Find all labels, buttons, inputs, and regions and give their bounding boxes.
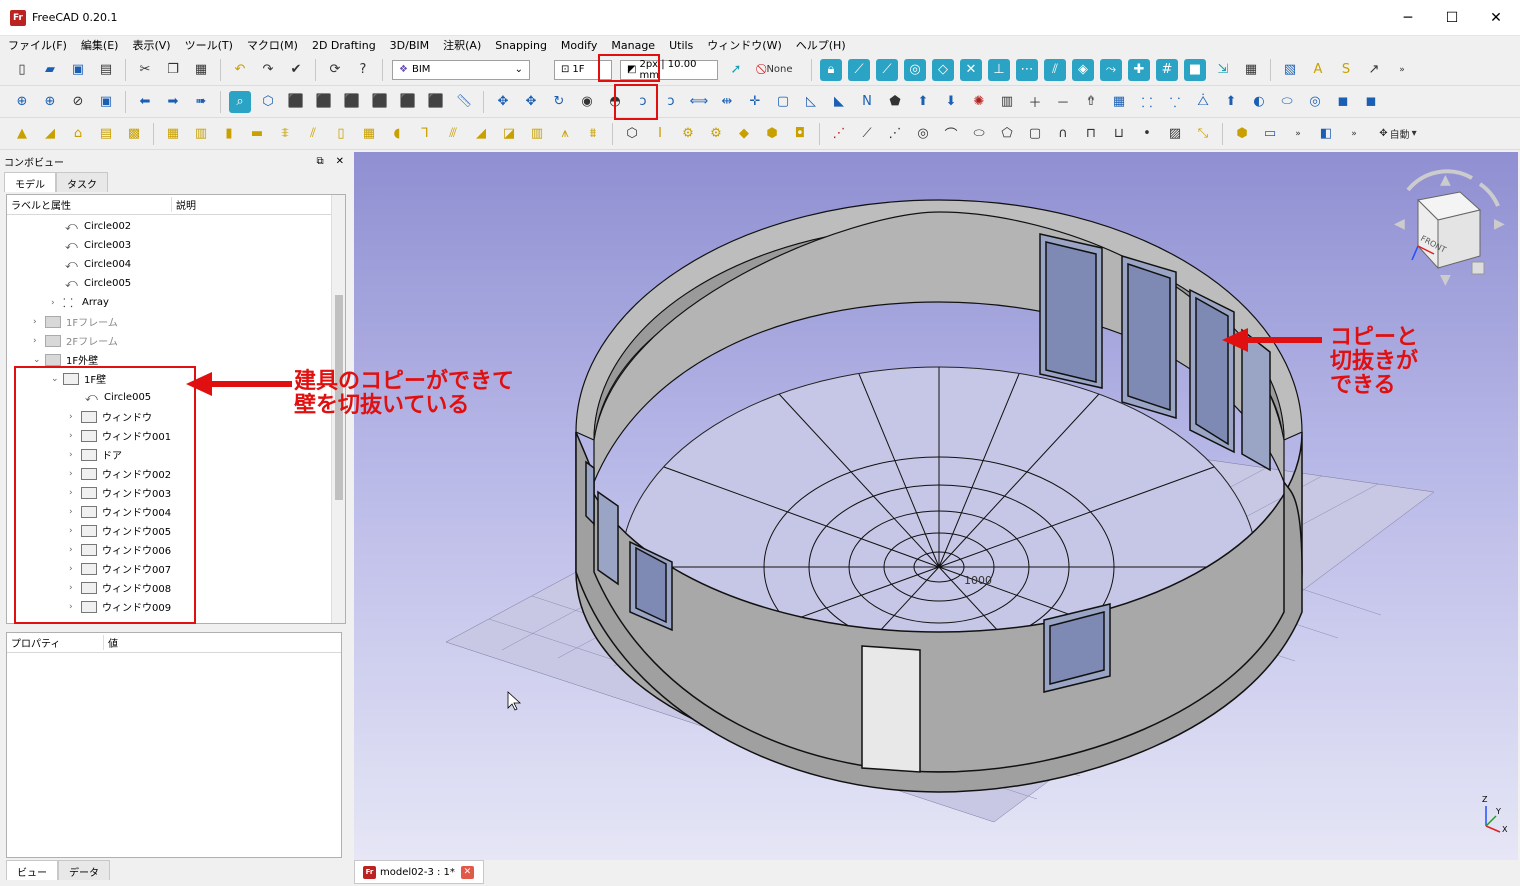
annotation-arrows <box>186 328 1322 396</box>
annotation-left: 建具のコピーができて 壁を切抜いている <box>294 369 515 418</box>
annotation-right: コピーと 切抜きが できる <box>1330 325 1419 398</box>
